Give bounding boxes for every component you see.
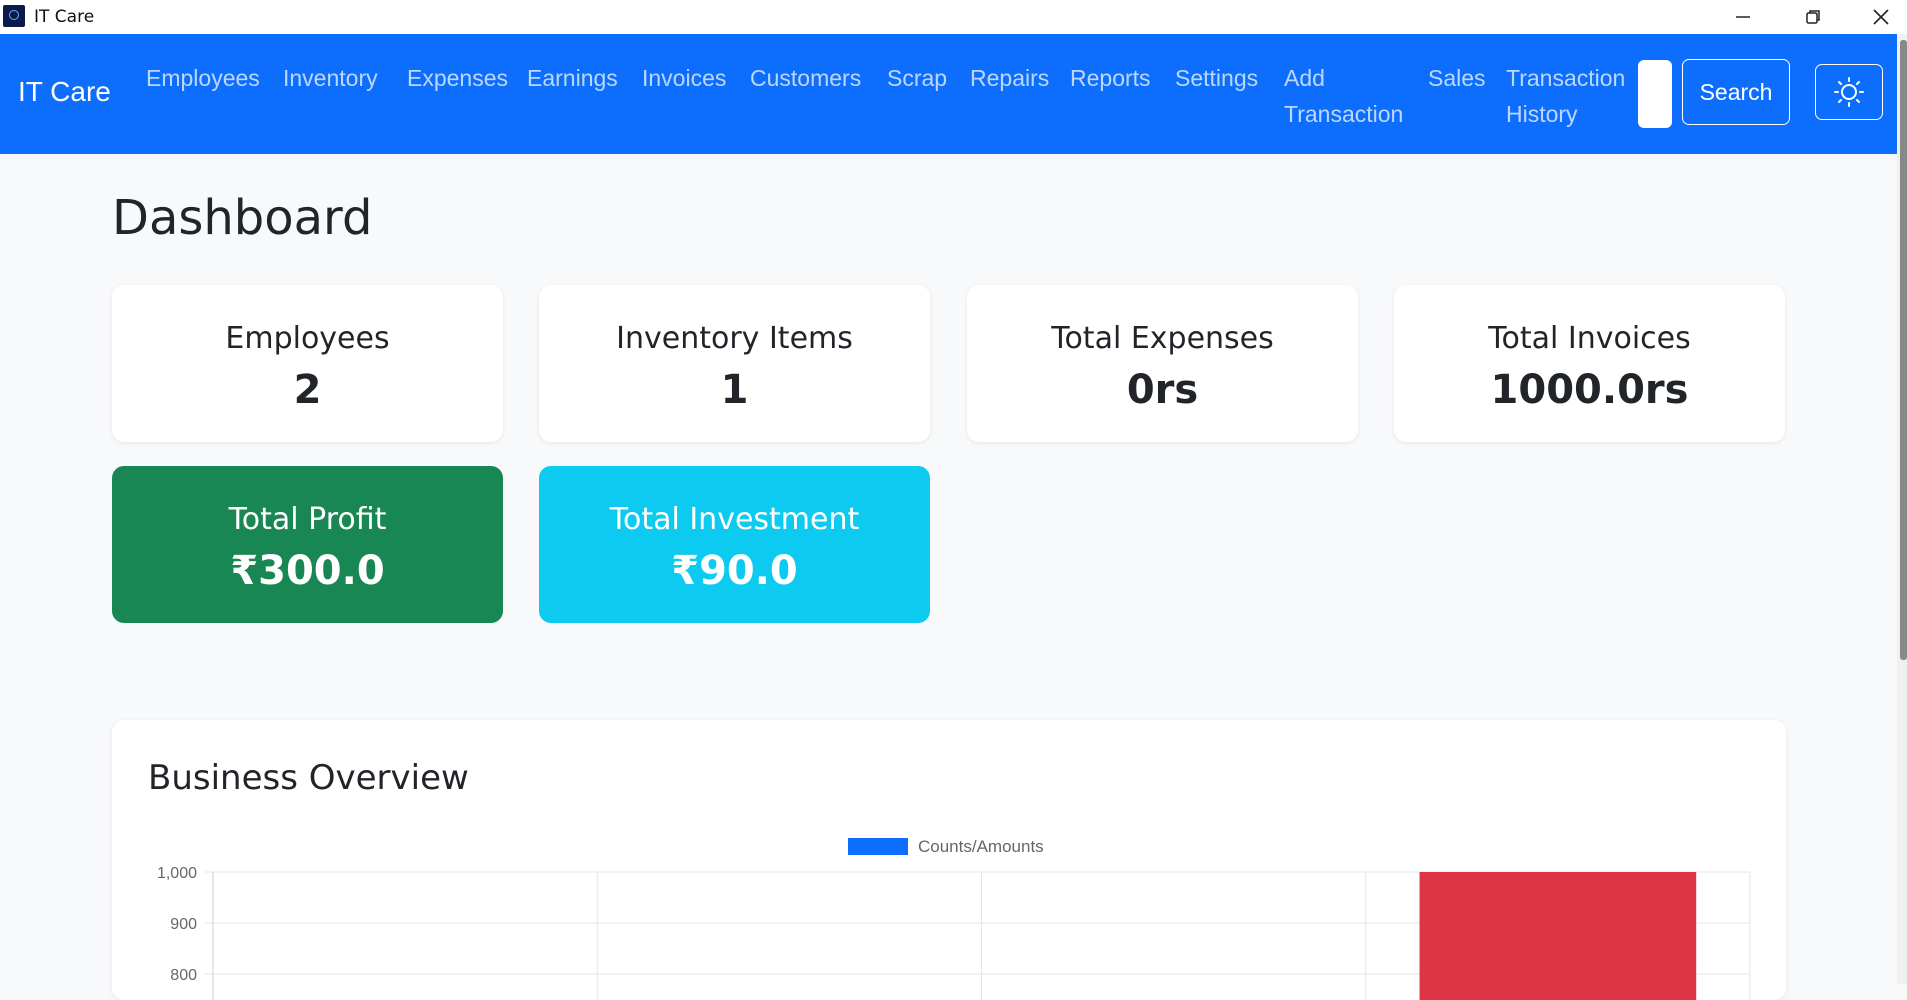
- minimize-icon: [1736, 16, 1750, 18]
- close-icon: [1873, 9, 1889, 25]
- nav-reports[interactable]: Reports: [1070, 60, 1151, 96]
- business-overview-card: Business Overview Counts/Amounts 1,000 900…: [112, 720, 1786, 1000]
- card-label: Total Investment: [609, 502, 860, 537]
- restore-button[interactable]: [1780, 0, 1846, 34]
- nav-transaction-history[interactable]: Transaction History: [1506, 60, 1625, 132]
- card-label: Total Expenses: [1051, 321, 1274, 356]
- bar: [1419, 872, 1697, 1000]
- nav-transaction-history-line1: Transaction: [1506, 65, 1626, 91]
- card-value: 2: [293, 367, 322, 413]
- window-titlebar: IT Care: [0, 0, 1907, 34]
- legend-label: Counts/Amounts: [918, 837, 1044, 856]
- nav-settings[interactable]: Settings: [1175, 60, 1258, 96]
- card-label: Inventory Items: [616, 321, 853, 356]
- search-input[interactable]: [1638, 60, 1672, 128]
- card-label: Total Invoices: [1488, 321, 1691, 356]
- window-title: IT Care: [34, 7, 95, 27]
- card-value: ₹300.0: [230, 548, 385, 594]
- minimize-button[interactable]: [1710, 0, 1776, 34]
- card-total-investment: Total Investment ₹90.0: [539, 466, 930, 623]
- nav-invoices[interactable]: Invoices: [642, 60, 726, 96]
- card-employees: Employees 2: [112, 285, 503, 442]
- y-tick-label: 800: [170, 967, 197, 984]
- card-label: Total Profit: [228, 502, 387, 537]
- nav-transaction-history-line2: History: [1506, 101, 1578, 127]
- navbar-brand[interactable]: IT Care: [18, 76, 111, 108]
- nav-add-transaction-line2: Transaction: [1284, 101, 1404, 127]
- card-value: 0rs: [1126, 367, 1199, 413]
- app-icon: [3, 5, 25, 27]
- legend-swatch: [848, 838, 908, 855]
- card-value: 1000.0rs: [1490, 367, 1689, 413]
- nav-scrap[interactable]: Scrap: [887, 60, 947, 96]
- nav-expenses[interactable]: Expenses: [407, 60, 508, 96]
- nav-add-transaction[interactable]: Add Transaction: [1284, 60, 1403, 132]
- nav-employees[interactable]: Employees: [146, 60, 260, 96]
- card-total-invoices: Total Invoices 1000.0rs: [1394, 285, 1785, 442]
- card-total-profit: Total Profit ₹300.0: [112, 466, 503, 623]
- card-total-expenses: Total Expenses 0rs: [967, 285, 1358, 442]
- restore-icon: [1806, 10, 1820, 24]
- scrollbar-thumb[interactable]: [1900, 40, 1907, 660]
- page-title: Dashboard: [112, 190, 373, 246]
- close-button[interactable]: [1848, 0, 1907, 34]
- search-button[interactable]: Search: [1682, 59, 1790, 125]
- y-tick-label: 900: [170, 916, 197, 933]
- nav-add-transaction-line1: Add: [1284, 65, 1325, 91]
- nav-repairs[interactable]: Repairs: [970, 60, 1049, 96]
- nav-sales[interactable]: Sales: [1428, 60, 1486, 96]
- nav-earnings[interactable]: Earnings: [527, 60, 618, 96]
- sun-icon: [1834, 77, 1864, 107]
- card-label: Employees: [225, 321, 390, 356]
- card-value: ₹90.0: [671, 548, 798, 594]
- theme-toggle-button[interactable]: [1815, 64, 1883, 120]
- business-overview-chart: Counts/Amounts 1,000 900 800: [157, 837, 1751, 1000]
- nav-customers[interactable]: Customers: [750, 60, 861, 96]
- card-inventory-items: Inventory Items 1: [539, 285, 930, 442]
- y-tick-label: 1,000: [157, 865, 197, 882]
- card-value: 1: [720, 367, 749, 413]
- nav-inventory[interactable]: Inventory: [283, 60, 378, 96]
- navbar: IT Care Employees Inventory Expenses Ear…: [0, 34, 1897, 154]
